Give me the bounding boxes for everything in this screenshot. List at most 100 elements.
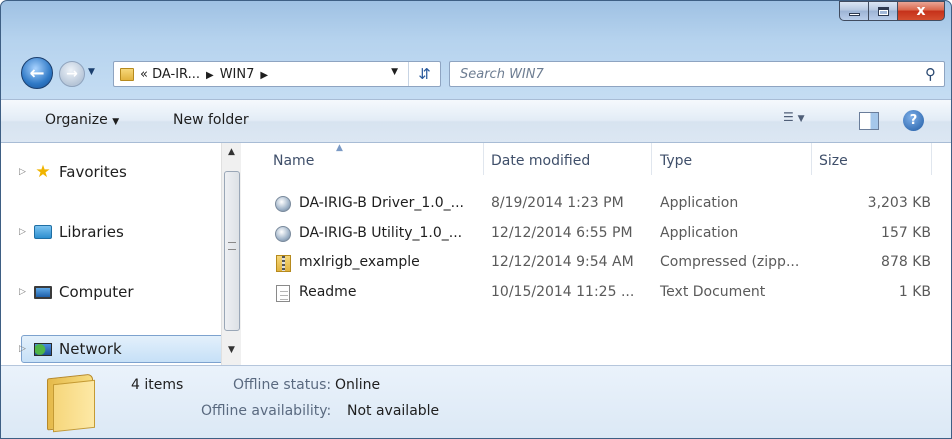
content-area: ▷ ★ Favorites ▷ Libraries ▷ Computer ▷ N… — [1, 143, 951, 365]
breadcrumb-item-parent[interactable]: DA-IR... — [152, 67, 200, 82]
sort-ascending-icon: ▲ — [336, 143, 343, 153]
breadcrumb-separator-icon[interactable]: ▶ — [206, 70, 214, 81]
file-row[interactable]: Readme 10/15/2014 11:25 ... Text Documen… — [241, 280, 951, 306]
sidebar-item-label: Network — [59, 340, 122, 358]
file-row[interactable]: DA-IRIG-B Driver_1.0_... 8/19/2014 1:23 … — [241, 191, 951, 217]
caption-buttons: x — [839, 1, 945, 23]
file-name: DA-IRIG-B Utility_1.0_... — [299, 225, 463, 241]
close-button[interactable]: x — [897, 1, 945, 21]
address-bar[interactable]: « DA-IR... ▶ WIN7 ▶ ▼ ⇵ — [113, 61, 441, 87]
file-type: Application — [660, 195, 739, 211]
file-row[interactable]: DA-IRIG-B Utility_1.0_... 12/12/2014 6:5… — [241, 221, 951, 247]
scrollbar-thumb[interactable] — [224, 171, 240, 331]
preview-pane-button[interactable] — [859, 112, 879, 130]
breadcrumb-item-current[interactable]: WIN7 — [220, 67, 255, 82]
zip-folder-icon — [274, 254, 292, 272]
file-type: Application — [660, 225, 739, 241]
folder-icon — [45, 372, 97, 433]
refresh-button[interactable]: ⇵ — [408, 62, 440, 86]
column-header-size[interactable]: Size — [819, 153, 848, 169]
search-box[interactable]: Search WIN7 ⚲ — [449, 61, 945, 87]
file-type: Text Document — [660, 284, 766, 300]
maximize-button[interactable] — [868, 1, 897, 21]
application-icon — [274, 195, 292, 213]
application-icon — [274, 225, 292, 243]
sidebar-item-computer[interactable]: ▷ Computer — [19, 279, 134, 305]
view-list-icon: ☰ — [783, 110, 794, 124]
chevron-down-icon: ▼ — [88, 67, 95, 77]
file-list: ▲ Name Date modified Type Size DA-IRIG-B… — [241, 143, 951, 365]
offline-status-value: Online — [335, 377, 381, 393]
computer-icon — [33, 282, 53, 302]
item-count: 4 items — [131, 377, 184, 393]
scroll-up-icon[interactable]: ▲ — [228, 147, 235, 157]
minimize-button[interactable] — [839, 1, 868, 21]
organize-button[interactable]: Organize ▼ — [45, 112, 119, 128]
close-icon: x — [916, 3, 926, 19]
search-input[interactable]: Search WIN7 — [460, 67, 544, 82]
column-divider[interactable] — [483, 143, 484, 175]
recent-pages-dropdown[interactable]: ▼ — [88, 67, 95, 77]
column-header-type[interactable]: Type — [660, 153, 692, 169]
sidebar-item-network[interactable]: ▷ Network — [19, 336, 122, 362]
sidebar-item-label: Computer — [59, 283, 134, 301]
file-name: DA-IRIG-B Driver_1.0_... — [299, 195, 464, 211]
breadcrumb: « DA-IR... ▶ WIN7 ▶ — [140, 67, 274, 82]
breadcrumb-overflow[interactable]: « — [140, 67, 148, 82]
address-dropdown-icon[interactable]: ▼ — [391, 67, 398, 77]
network-icon — [33, 339, 53, 359]
navigation-bar: ← → ▼ « DA-IR... ▶ WIN7 ▶ ▼ ⇵ Search WIN7 ⚲ — [1, 53, 951, 99]
forward-button[interactable]: → — [59, 61, 85, 87]
forward-arrow-icon: → — [66, 66, 78, 82]
column-header-date-modified[interactable]: Date modified — [491, 153, 590, 169]
column-divider[interactable] — [931, 143, 932, 175]
expand-arrow-icon[interactable]: ▷ — [19, 167, 33, 177]
grip-icon — [228, 242, 236, 250]
file-date: 10/15/2014 11:25 ... — [491, 284, 635, 300]
navigation-pane: ▷ ★ Favorites ▷ Libraries ▷ Computer ▷ N… — [9, 143, 225, 365]
back-arrow-icon: ← — [29, 62, 45, 84]
star-icon: ★ — [35, 162, 51, 182]
file-type: Compressed (zipp... — [660, 254, 800, 270]
details-pane: 4 items Offline status: Online Offline a… — [1, 365, 951, 438]
scroll-down-icon[interactable]: ▼ — [228, 345, 235, 355]
explorer-window: x ← → ▼ « DA-IR... ▶ WIN7 ▶ ▼ ⇵ Search WIN7… — [0, 0, 952, 439]
expand-arrow-icon[interactable]: ▷ — [19, 227, 33, 237]
breadcrumb-separator-icon[interactable]: ▶ — [260, 70, 268, 81]
help-button[interactable]: ? — [903, 110, 924, 131]
refresh-icon: ⇵ — [418, 65, 431, 83]
column-divider[interactable] — [811, 143, 812, 175]
folder-icon — [120, 67, 134, 81]
change-view-button[interactable]: ☰ ▼ — [783, 110, 813, 132]
column-headers: ▲ Name Date modified Type Size — [241, 143, 951, 177]
search-icon[interactable]: ⚲ — [925, 65, 936, 83]
organize-label: Organize — [45, 112, 108, 128]
file-name: mxIrigb_example — [299, 254, 420, 270]
file-size: 157 KB — [881, 225, 931, 241]
offline-availability-label: Offline availability: — [201, 403, 332, 419]
expand-arrow-icon[interactable]: ▷ — [19, 344, 33, 354]
file-date: 12/12/2014 9:54 AM — [491, 254, 634, 270]
back-button[interactable]: ← — [21, 57, 53, 89]
sidebar-item-libraries[interactable]: ▷ Libraries — [19, 219, 124, 245]
libraries-icon — [33, 222, 53, 242]
sidebar-item-favorites[interactable]: ▷ ★ Favorites — [19, 159, 127, 185]
offline-status-label: Offline status: — [233, 377, 332, 393]
new-folder-button[interactable]: New folder — [173, 112, 249, 128]
file-size: 1 KB — [898, 284, 931, 300]
file-row[interactable]: mxIrigb_example 12/12/2014 9:54 AM Compr… — [241, 250, 951, 276]
title-bar: x — [1, 1, 951, 49]
expand-arrow-icon[interactable]: ▷ — [19, 287, 33, 297]
navigation-pane-scrollbar[interactable]: ▲ ▼ — [221, 143, 241, 365]
offline-availability-value: Not available — [347, 403, 440, 419]
sidebar-item-label: Favorites — [59, 163, 127, 181]
chevron-down-icon: ▼ — [112, 117, 120, 127]
file-date: 12/12/2014 6:55 PM — [491, 225, 633, 241]
file-date: 8/19/2014 1:23 PM — [491, 195, 624, 211]
file-name: Readme — [299, 284, 357, 300]
file-size: 3,203 KB — [867, 195, 931, 211]
column-divider[interactable] — [651, 143, 652, 175]
maximize-icon — [877, 6, 889, 16]
minimize-icon — [848, 12, 860, 16]
column-header-name[interactable]: Name — [273, 153, 314, 169]
